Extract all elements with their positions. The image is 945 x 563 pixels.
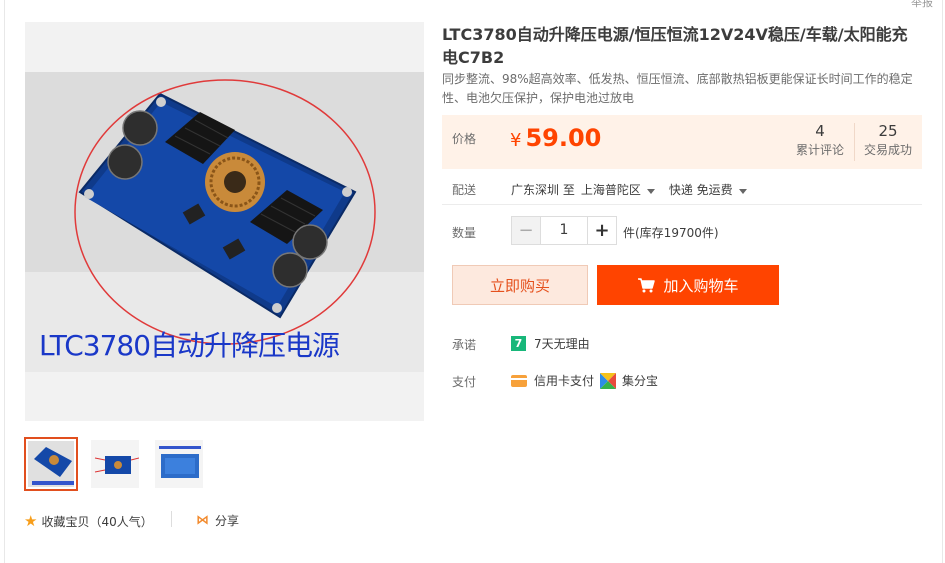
reviews-stat[interactable]: 4 累计评论: [790, 121, 850, 158]
price-label: 价格: [452, 132, 477, 146]
product-photo: LTC3780自动升降压电源: [25, 72, 424, 372]
cart-icon: [638, 278, 656, 293]
product-title: LTC3780自动升降压电源/恒压恒流12V24V稳压/车载/太阳能充电C7B2: [442, 25, 908, 67]
reviews-label: 累计评论: [795, 143, 844, 157]
thumbnail-1[interactable]: [24, 437, 78, 491]
stock-text: 件(库存19700件): [623, 226, 719, 240]
quantity-stepper: − 1 +: [511, 216, 617, 245]
thumbnail-2[interactable]: [88, 437, 142, 491]
decrease-button[interactable]: −: [512, 217, 540, 244]
add-to-cart-button[interactable]: 加入购物车: [597, 265, 779, 305]
delivery-destination[interactable]: 上海普陀区: [581, 181, 663, 198]
payment-label: 支付: [452, 375, 477, 389]
price-panel: 价格 ¥59.00 4 累计评论 25 交易成功: [442, 115, 922, 169]
sales-stat: 25 交易成功: [858, 121, 918, 158]
promise-text: 7天无理由: [534, 337, 590, 351]
promise-item[interactable]: 7 7天无理由: [511, 335, 590, 352]
payment-jifenbao[interactable]: 集分宝: [622, 372, 658, 389]
quantity-input[interactable]: 1: [540, 217, 588, 244]
sales-label: 交易成功: [863, 143, 912, 157]
seven-day-return-icon: 7: [511, 336, 526, 351]
increase-button[interactable]: +: [588, 217, 616, 244]
payment-options: 信用卡支付 集分宝: [511, 372, 658, 389]
price-value: ¥59.00: [510, 124, 601, 152]
thumbnail-3-image: [159, 446, 201, 478]
jifenbao-icon: [600, 372, 617, 389]
price-amount: 59.00: [525, 124, 602, 152]
delivery-label: 配送: [452, 183, 477, 197]
destination-text: 上海普陀区: [580, 183, 641, 197]
product-subtitle: 同步整流、98%超高效率、低发热、恒压恒流、底部散热铝板更能保证长时间工作的稳定…: [442, 72, 913, 105]
share-icon: ⋈: [196, 513, 209, 528]
promise-label: 承诺: [452, 338, 477, 352]
method-text: 快递 免运费: [668, 183, 733, 197]
quantity-label: 数量: [452, 226, 477, 240]
add-to-cart-label: 加入购物车: [663, 276, 739, 295]
favorite-label: 收藏宝贝（40人气）: [41, 514, 153, 529]
image-caption: LTC3780自动升降压电源: [39, 329, 340, 362]
thumbnail-3[interactable]: [152, 437, 206, 491]
sales-count: 25: [878, 122, 898, 140]
delivery-row: 广东深圳 至 上海普陀区 快递 免运费: [511, 181, 755, 198]
main-product-image[interactable]: LTC3780自动升降压电源: [25, 22, 424, 421]
share-label: 分享: [215, 514, 240, 528]
thumbnail-2-image: [94, 456, 139, 474]
divider: [442, 204, 922, 205]
delivery-from: 广东深圳 至: [511, 183, 575, 197]
chevron-down-icon: [646, 189, 655, 194]
stat-divider: [854, 123, 855, 161]
thumbnail-1-image: [32, 447, 74, 485]
thumbnail-strip: [24, 437, 206, 491]
share-button[interactable]: ⋈ 分享: [196, 512, 239, 529]
currency-symbol: ¥: [510, 130, 522, 151]
delivery-method[interactable]: 快递 免运费: [669, 181, 755, 198]
buy-now-button[interactable]: 立即购买: [452, 265, 588, 305]
chevron-down-icon: [738, 189, 747, 194]
payment-credit-card[interactable]: 信用卡支付: [534, 372, 594, 389]
divider: [171, 511, 172, 527]
report-link[interactable]: 举报: [911, 0, 933, 10]
favorite-button[interactable]: ★ 收藏宝贝（40人气）: [24, 512, 153, 530]
star-icon: ★: [24, 512, 38, 530]
reviews-count: 4: [815, 122, 825, 140]
credit-card-icon: [511, 374, 527, 387]
